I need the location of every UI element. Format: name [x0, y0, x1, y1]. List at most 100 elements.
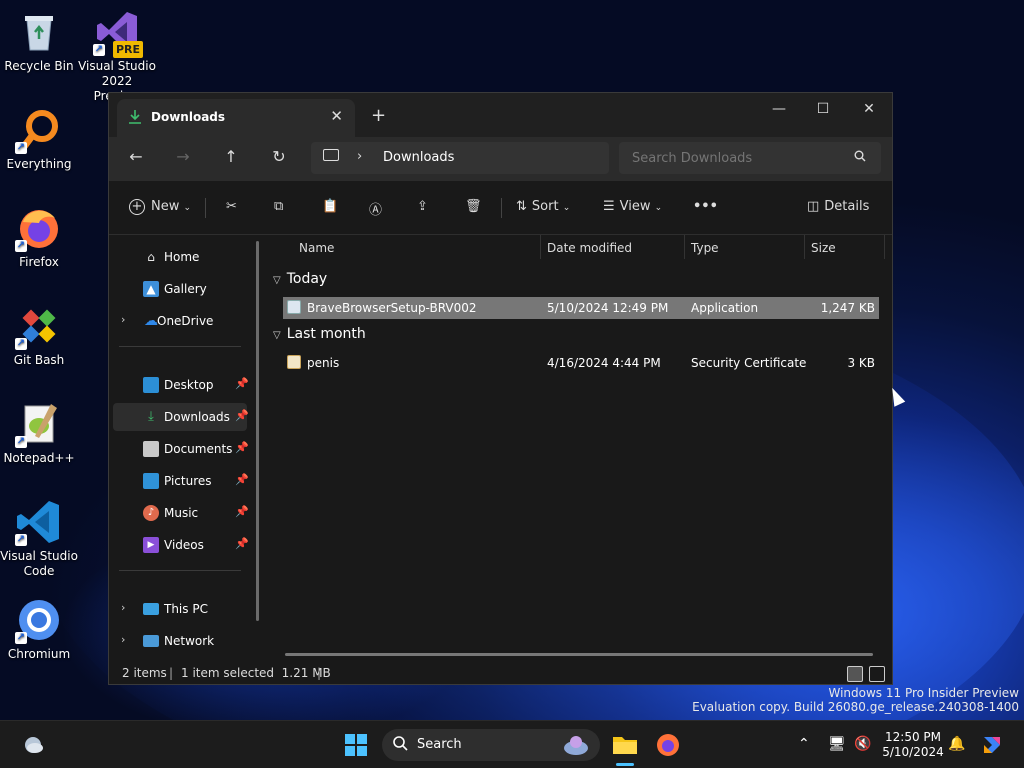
copilot-pre-icon[interactable] — [980, 733, 1004, 760]
notification-bell-icon[interactable]: 🔔 — [948, 736, 965, 752]
up-button[interactable]: ↑ — [220, 147, 242, 166]
sidebar-item-this-pc[interactable]: › This PC — [113, 595, 247, 623]
column-divider[interactable] — [884, 235, 885, 259]
minimize-button[interactable]: — — [769, 101, 789, 117]
group-label: Today — [286, 271, 328, 287]
group-label: Last month — [286, 326, 366, 342]
shortcut-arrow-icon: ↗ — [15, 338, 27, 350]
sidebar-item-downloads[interactable]: ⤓ Downloads 📌 — [113, 403, 249, 431]
forward-button[interactable]: → — [172, 147, 194, 166]
pin-icon[interactable]: 📌 — [235, 537, 249, 550]
sidebar-item-documents[interactable]: Documents 📌 — [113, 435, 249, 463]
group-header-today[interactable]: ▽ Today — [273, 271, 327, 287]
toolbar-divider — [205, 198, 206, 218]
paste-button[interactable]: 📋 — [322, 199, 338, 214]
evaluation-watermark: Windows 11 Pro Insider Preview Evaluatio… — [692, 686, 1019, 714]
git-bash-icon: ↗ — [15, 302, 63, 350]
desktop-icon-vscode[interactable]: ↗ Visual Studio Code — [0, 498, 78, 579]
sidebar-scrollbar[interactable] — [256, 241, 259, 621]
pin-icon[interactable]: 📌 — [235, 377, 249, 390]
column-header-type[interactable]: Type — [691, 241, 719, 255]
address-bar[interactable]: › Downloads — [311, 142, 609, 174]
search-icon[interactable] — [854, 150, 866, 165]
pin-icon[interactable]: 📌 — [235, 473, 249, 486]
pin-icon[interactable]: 📌 — [235, 441, 249, 454]
status-divider: | — [169, 666, 174, 680]
details-button[interactable]: ◫ Details — [807, 199, 869, 214]
system-clock[interactable]: 12:50 PM 5/10/2024 — [880, 730, 946, 760]
videos-icon: ▶ — [143, 537, 159, 553]
breadcrumb[interactable]: Downloads — [383, 150, 454, 165]
desktop-icon-chromium[interactable]: ↗ Chromium — [0, 596, 78, 662]
cut-button[interactable]: ✂ — [226, 199, 237, 214]
desktop-icon-git-bash[interactable]: ↗ Git Bash — [0, 302, 78, 368]
display-network-icon[interactable]: 🖥 — [828, 736, 846, 752]
desktop-icon-notepad-plus-plus[interactable]: ↗ Notepad++ — [0, 400, 78, 466]
table-row[interactable]: BraveBrowserSetup-BRV002 5/10/2024 12:49… — [283, 297, 879, 319]
chevron-right-icon[interactable]: › — [121, 313, 125, 326]
back-button[interactable]: ← — [125, 147, 147, 166]
pin-icon[interactable]: 📌 — [235, 505, 249, 518]
chevron-up-icon[interactable]: ⌃ — [798, 736, 810, 752]
clipboard-icon: 📋 — [322, 199, 339, 214]
desktop-icon-label: Visual Studio Code — [0, 549, 78, 578]
desktop-icon-firefox[interactable]: ↗ Firefox — [0, 204, 78, 270]
sidebar-item-network[interactable]: › Network — [113, 627, 247, 655]
pin-icon[interactable]: 📌 — [235, 409, 249, 422]
large-icons-view-button[interactable] — [869, 666, 885, 682]
search-input[interactable] — [619, 142, 881, 174]
watermark-line-1: Windows 11 Pro Insider Preview — [828, 686, 1019, 700]
rename-button[interactable]: Ⓐ — [369, 199, 382, 218]
sidebar-item-onedrive[interactable]: › ☁ OneDrive — [113, 307, 247, 335]
desktop-icon-visual-studio-preview[interactable]: PRE ↗ Visual Studio 2022 Preview — [78, 8, 156, 104]
sidebar-item-videos[interactable]: ▶ Videos 📌 — [113, 531, 249, 559]
maximize-button[interactable]: ☐ — [813, 101, 833, 117]
column-divider[interactable] — [804, 235, 805, 259]
new-tab-button[interactable]: + — [371, 105, 386, 126]
column-header-size[interactable]: Size — [811, 241, 836, 255]
view-button[interactable]: ☰ View ⌄ — [603, 199, 662, 214]
table-row[interactable]: penis 4/16/2024 4:44 PM Security Certifi… — [283, 352, 879, 374]
close-tab-icon[interactable]: ✕ — [330, 107, 343, 125]
share-button[interactable]: ⇪ — [417, 199, 428, 214]
column-header-name[interactable]: Name — [299, 241, 334, 255]
desktop-icon-everything[interactable]: ↗ Everything — [0, 106, 78, 172]
sidebar-item-home[interactable]: ⌂ Home — [113, 243, 247, 271]
start-button[interactable] — [344, 733, 368, 760]
chevron-down-icon: ▽ — [273, 275, 281, 286]
shortcut-arrow-icon: ↗ — [15, 240, 27, 252]
delete-button[interactable]: 🗑 — [465, 199, 482, 214]
close-window-button[interactable]: ✕ — [859, 101, 879, 117]
column-divider[interactable] — [684, 235, 685, 259]
file-date: 4/16/2024 4:44 PM — [547, 356, 661, 370]
sort-button[interactable]: ⇅ Sort ⌄ — [516, 199, 570, 214]
group-header-last-month[interactable]: ▽ Last month — [273, 326, 366, 342]
column-header-date[interactable]: Date modified — [547, 241, 632, 255]
weather-icon[interactable] — [22, 733, 44, 758]
chevron-right-icon[interactable]: › — [121, 601, 125, 614]
sidebar-item-desktop[interactable]: Desktop 📌 — [113, 371, 249, 399]
new-button[interactable]: + New ⌄ — [129, 199, 191, 215]
firefox-taskbar-icon[interactable] — [656, 733, 680, 760]
desktop-icon-recycle-bin[interactable]: Recycle Bin — [0, 8, 78, 74]
desktop-icon-label: Notepad++ — [3, 451, 75, 465]
more-options-button[interactable]: ••• — [693, 199, 718, 214]
horizontal-scrollbar[interactable] — [285, 653, 873, 656]
sidebar-item-gallery[interactable]: ▲ Gallery — [113, 275, 247, 303]
trash-icon: 🗑 — [465, 199, 482, 214]
volume-muted-icon[interactable]: 🔇 — [854, 736, 871, 752]
chevron-right-icon[interactable]: › — [357, 149, 362, 164]
desktop-folder-icon — [143, 377, 159, 393]
chevron-right-icon[interactable]: › — [121, 633, 125, 646]
download-arrow-icon: ⤓ — [148, 409, 154, 424]
refresh-button[interactable]: ↻ — [268, 147, 290, 166]
details-view-button[interactable] — [847, 666, 863, 682]
file-explorer-taskbar-icon[interactable] — [612, 733, 638, 758]
clock-time: 12:50 PM — [885, 730, 941, 744]
sidebar-item-music[interactable]: ♪ Music 📌 — [113, 499, 249, 527]
copy-button[interactable]: ⧉ — [274, 199, 283, 214]
sidebar-item-pictures[interactable]: Pictures 📌 — [113, 467, 249, 495]
column-divider[interactable] — [540, 235, 541, 259]
tab-downloads[interactable]: Downloads ✕ — [117, 99, 355, 137]
taskbar-search-box[interactable]: Search — [382, 729, 600, 761]
